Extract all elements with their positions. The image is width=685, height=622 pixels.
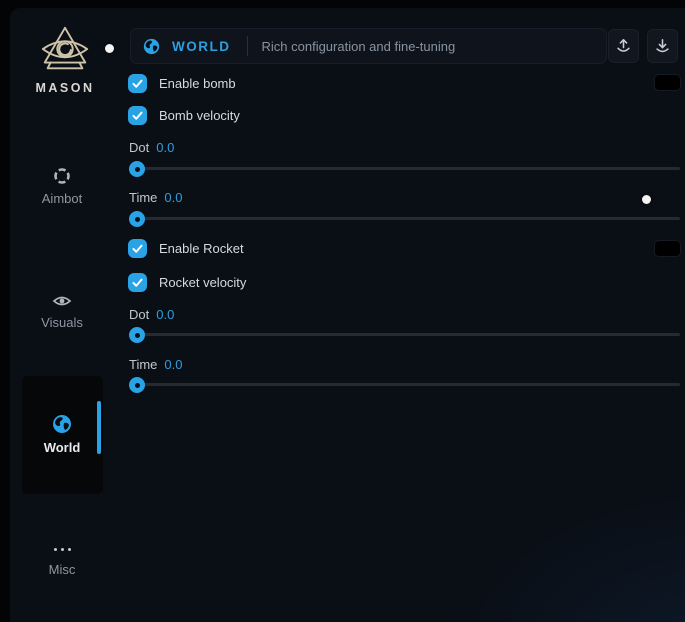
brand-logo: MASON [25, 24, 105, 95]
sidebar-item-label: Misc [22, 562, 102, 577]
slider-value: 0.0 [164, 190, 182, 205]
sidebar-item-aimbot[interactable]: Aimbot [22, 167, 102, 206]
checkbox-label: Enable Rocket [159, 241, 244, 256]
upload-icon [615, 37, 632, 55]
slider-handle-time-2[interactable] [129, 377, 145, 393]
page-title: WORLD [172, 39, 231, 54]
slider-track-time-2[interactable] [130, 383, 680, 386]
slider-track-time-1[interactable] [130, 217, 680, 220]
download-icon [654, 37, 671, 55]
slider-handle-time-1[interactable] [129, 211, 145, 227]
checkbox-enable-bomb[interactable]: Enable bomb [128, 74, 236, 93]
globe-icon [143, 38, 160, 55]
slider-value: 0.0 [156, 307, 174, 322]
download-config-button[interactable] [647, 29, 678, 63]
eye-icon [52, 293, 72, 309]
cursor-dot [105, 44, 114, 53]
checkbox-bomb-velocity[interactable]: Bomb velocity [128, 106, 240, 125]
sidebar-item-visuals[interactable]: Visuals [22, 293, 102, 330]
slider-label-dot: Dot0.0 [129, 140, 174, 155]
checkbox-checked-icon [128, 273, 147, 292]
brand-name: MASON [25, 81, 105, 95]
page-header: WORLD Rich configuration and fine-tuning [130, 28, 607, 64]
window-panel: MASON Aimbot Visuals World [10, 8, 685, 622]
checkbox-checked-icon [128, 239, 147, 258]
upload-config-button[interactable] [608, 29, 639, 63]
checkbox-checked-icon [128, 106, 147, 125]
page-subtitle: Rich configuration and fine-tuning [262, 39, 456, 54]
rocket-color-swatch[interactable] [655, 241, 680, 256]
header-divider [247, 36, 248, 56]
sidebar-item-label: World [22, 440, 102, 455]
slider-label-time: Time0.0 [129, 190, 182, 205]
checkbox-label: Enable bomb [159, 76, 236, 91]
slider-label-time: Time0.0 [129, 357, 182, 372]
checkbox-rocket-velocity[interactable]: Rocket velocity [128, 273, 246, 292]
pyramid-eye-icon [38, 24, 92, 76]
checkbox-label: Bomb velocity [159, 108, 240, 123]
globe-icon [52, 414, 72, 434]
slider-label-dot: Dot0.0 [129, 307, 174, 322]
slider-value: 0.0 [164, 357, 182, 372]
ellipsis-icon [22, 542, 102, 556]
checkbox-enable-rocket[interactable]: Enable Rocket [128, 239, 244, 258]
checkbox-checked-icon [128, 74, 147, 93]
sidebar-item-label: Aimbot [22, 191, 102, 206]
cursor-dot [642, 195, 651, 204]
slider-handle-dot-2[interactable] [129, 327, 145, 343]
crosshair-icon [53, 167, 71, 185]
sidebar-item-world[interactable]: World [22, 414, 102, 455]
app-window: MASON Aimbot Visuals World [0, 0, 685, 622]
slider-track-dot-2[interactable] [130, 333, 680, 336]
slider-value: 0.0 [156, 140, 174, 155]
sidebar-item-label: Visuals [22, 315, 102, 330]
checkbox-label: Rocket velocity [159, 275, 246, 290]
bomb-color-swatch[interactable] [655, 75, 680, 90]
slider-handle-dot-1[interactable] [129, 161, 145, 177]
slider-track-dot-1[interactable] [130, 167, 680, 170]
sidebar-item-misc[interactable]: Misc [22, 542, 102, 577]
